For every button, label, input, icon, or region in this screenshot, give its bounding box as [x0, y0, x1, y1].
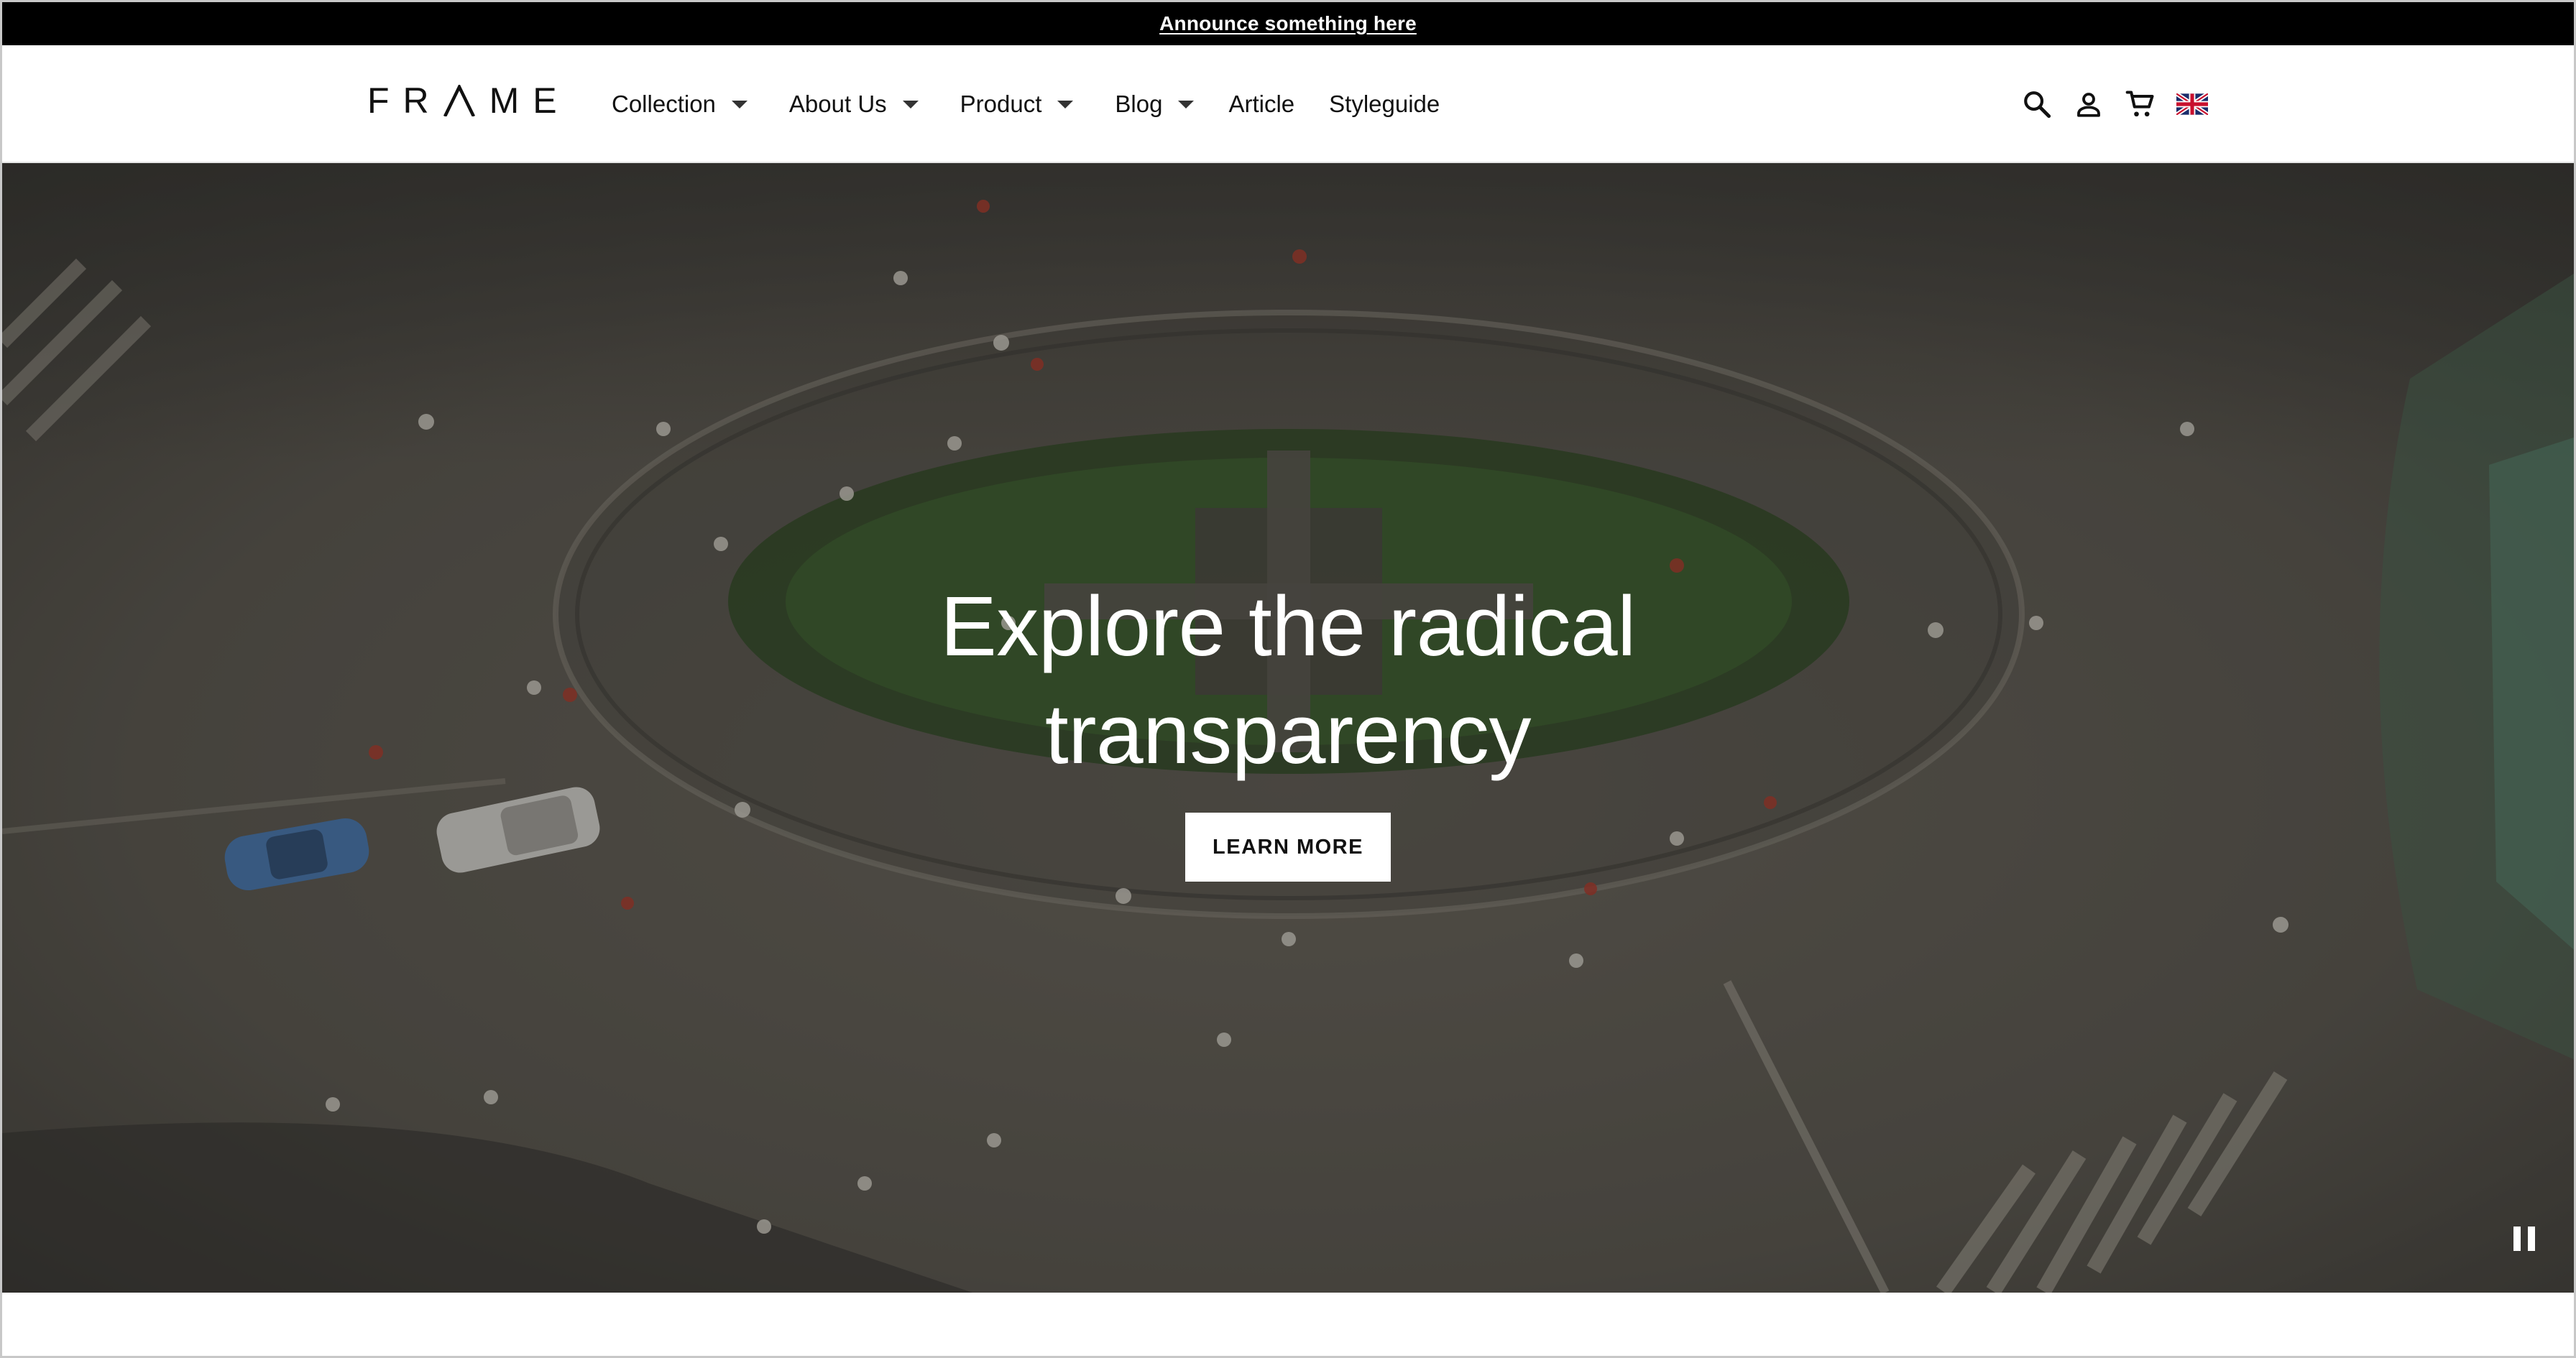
logo-text-end: ME — [489, 80, 571, 121]
caret-down-icon — [731, 100, 748, 108]
logo-text-start: FR — [367, 80, 443, 121]
hero-content: Explore the radical transparency LEARN M… — [2, 573, 2574, 882]
announcement-link[interactable]: Announce something here — [1159, 12, 1417, 35]
pause-button[interactable] — [2513, 1227, 2535, 1251]
logo-lambda-icon — [443, 85, 475, 116]
nav-label: Article — [1228, 91, 1295, 117]
uk-flag-icon — [2176, 93, 2208, 115]
nav-label: Product — [960, 91, 1042, 117]
learn-more-button[interactable]: LEARN MORE — [1185, 813, 1391, 882]
nav-item-styleguide[interactable]: Styleguide — [1329, 83, 1440, 126]
nav-item-product[interactable]: Product — [960, 83, 1074, 126]
cart-icon — [2125, 91, 2154, 117]
search-icon — [2024, 91, 2051, 119]
caret-down-icon — [1178, 100, 1195, 108]
page-below-fold — [2, 1293, 2574, 1356]
account-button[interactable] — [2071, 86, 2107, 122]
hero-banner: Explore the radical transparency LEARN M… — [2, 163, 2574, 1293]
pause-icon-bar — [2528, 1227, 2535, 1251]
nav-item-about-us[interactable]: About Us — [789, 83, 919, 126]
hero-title-line-2: transparency — [1044, 687, 1532, 782]
site-header: FR ME Collection About Us Product Blog A… — [2, 45, 2574, 163]
search-button[interactable] — [2019, 86, 2055, 122]
nav-item-collection[interactable]: Collection — [612, 83, 748, 126]
nav-item-blog[interactable]: Blog — [1115, 83, 1195, 126]
hero-title-line-1: Explore the radical — [940, 579, 1636, 674]
site-logo[interactable]: FR ME — [367, 83, 571, 119]
nav-label: About Us — [788, 91, 887, 117]
pause-icon-bar — [2513, 1227, 2521, 1251]
nav-label: Collection — [612, 91, 716, 117]
hero-title: Explore the radical transparency — [893, 573, 1683, 788]
main-nav: Collection About Us Product Blog Article… — [612, 45, 1440, 163]
language-selector[interactable] — [2174, 86, 2210, 122]
nav-label: Styleguide — [1329, 91, 1440, 117]
browser-page: Announce something here FR ME Collection… — [0, 0, 2576, 1358]
announcement-bar: Announce something here — [2, 2, 2574, 45]
nav-item-article[interactable]: Article — [1228, 83, 1294, 126]
caret-down-icon — [902, 100, 919, 108]
nav-label: Blog — [1115, 91, 1163, 117]
cart-button[interactable] — [2122, 86, 2158, 122]
header-icons — [2019, 45, 2210, 163]
account-icon — [2077, 93, 2100, 117]
caret-down-icon — [1057, 100, 1074, 108]
